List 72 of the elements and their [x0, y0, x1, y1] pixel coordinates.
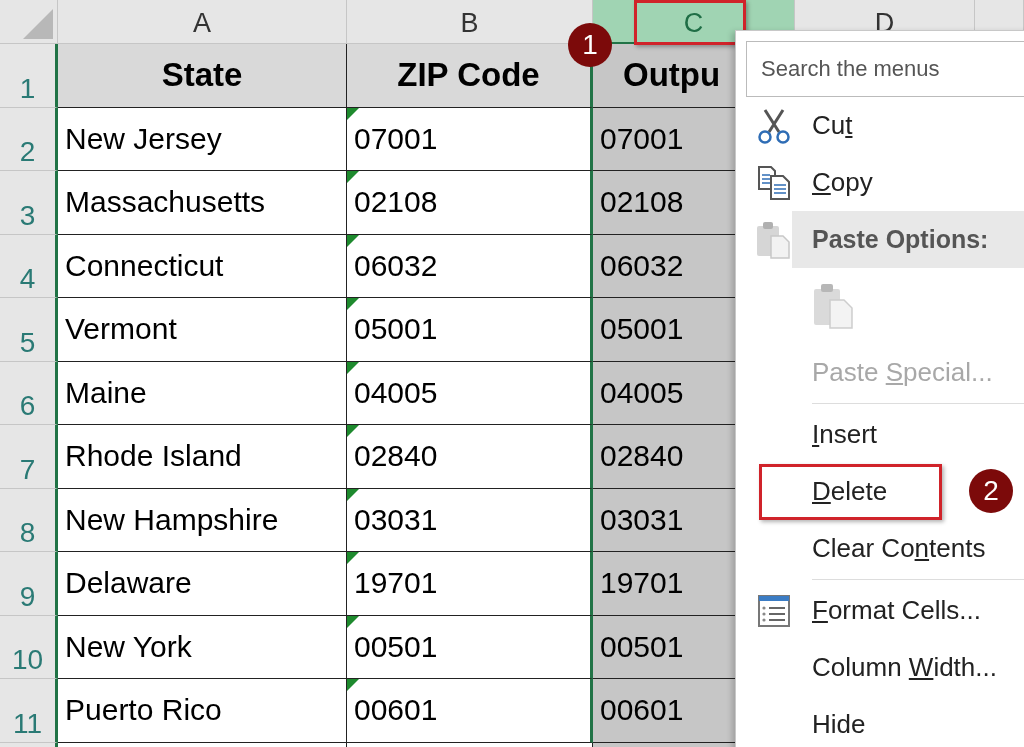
row-header[interactable]: 7: [0, 425, 58, 489]
error-flag-icon: [347, 361, 359, 374]
cell-text: 07001: [600, 121, 684, 156]
menu-item[interactable]: Column Width...: [812, 652, 997, 683]
cell-text: 06032: [354, 248, 438, 283]
cell-text: Maine: [65, 375, 147, 410]
cell-text: 04005: [600, 375, 684, 410]
error-flag-icon: [347, 552, 359, 564]
menu-item[interactable]: Copy: [812, 167, 873, 198]
cell-text: Massachusetts: [65, 185, 266, 220]
menu-item[interactable]: Cut: [812, 110, 853, 141]
error-flag-icon: [347, 615, 359, 628]
column-title: ZIP Code: [397, 56, 540, 95]
cell-text: 02840: [600, 439, 684, 474]
row-header[interactable]: 8: [0, 488, 58, 552]
menu-item[interactable]: Delete: [812, 476, 888, 507]
cell-text: Delaware: [65, 566, 192, 601]
cell-text: 07001: [354, 121, 438, 156]
list-icon: [757, 592, 791, 629]
menu-item[interactable]: Format Cells...: [812, 595, 982, 626]
row-header[interactable]: 1: [0, 44, 58, 108]
cell-text: New York: [65, 629, 192, 664]
row-header[interactable]: 4: [0, 234, 58, 298]
menu-item[interactable]: Insert: [812, 419, 878, 450]
row-header[interactable]: 11: [0, 679, 58, 743]
copy-icon: [757, 164, 791, 201]
menu-item[interactable]: Hide: [812, 709, 866, 740]
row-header[interactable]: 10: [0, 615, 58, 679]
row-header[interactable]: 3: [0, 171, 58, 235]
menu-section-header: Paste Options:: [792, 211, 1024, 268]
menu-item[interactable]: Clear Contents: [812, 533, 986, 564]
cell-text: 02840: [354, 439, 438, 474]
error-flag-icon: [347, 298, 359, 310]
row-header[interactable]: 2: [0, 107, 58, 171]
error-flag-icon: [347, 234, 359, 247]
cell-text: 03031: [354, 502, 438, 537]
row-header[interactable]: 5: [0, 298, 58, 362]
error-flag-icon: [347, 679, 359, 691]
column-title: State: [161, 56, 243, 95]
cell-text: New Jersey: [65, 121, 222, 156]
cell-text: 02108: [354, 185, 438, 220]
column-title: Outpu: [623, 56, 721, 95]
cell-text: 05001: [600, 312, 684, 347]
row-header[interactable]: 9: [0, 552, 58, 616]
cell-text: 06032: [600, 248, 684, 283]
cell-text: 02108: [600, 185, 684, 220]
cell-text: 00601: [600, 693, 684, 728]
triangle-icon: [23, 9, 53, 39]
error-flag-icon: [347, 171, 359, 183]
step-badge: 2: [969, 469, 1013, 513]
error-flag-icon: [347, 425, 359, 437]
row-header[interactable]: 6: [0, 361, 58, 425]
clipboard-icon: [756, 219, 792, 260]
error-flag-icon: [347, 107, 359, 120]
cell-text: Connecticut: [65, 248, 224, 283]
cell-text: 00601: [354, 693, 438, 728]
cell-text: 00501: [354, 629, 438, 664]
cell-text: New Hampshire: [65, 502, 279, 537]
cell-text: Rhode Island: [65, 439, 242, 474]
cell-text: 05001: [354, 312, 438, 347]
select-all-corner[interactable]: [0, 0, 58, 44]
cell-text: 04005: [354, 375, 438, 410]
column-header[interactable]: A: [58, 0, 347, 44]
cell-text: 19701: [354, 566, 438, 601]
scissors-icon: [757, 107, 791, 144]
cell-text: 19701: [600, 566, 684, 601]
cell-text: Vermont: [65, 312, 177, 347]
search-field[interactable]: Search the menus: [746, 41, 1024, 97]
cell-text: 03031: [600, 502, 684, 537]
error-flag-icon: [347, 488, 359, 501]
cell-text: 00501: [600, 629, 684, 664]
cell-text: Puerto Rico: [65, 693, 222, 728]
